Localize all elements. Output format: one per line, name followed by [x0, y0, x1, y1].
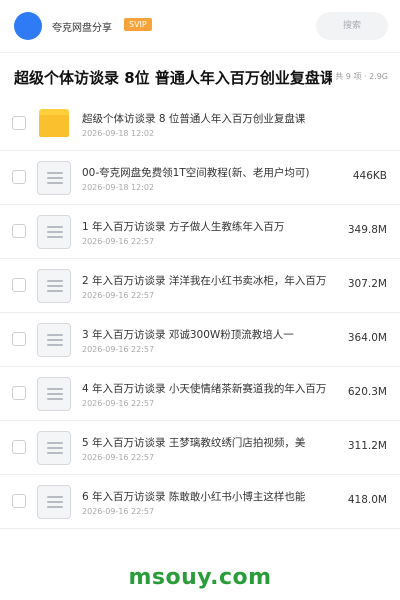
file-name: 1 年入百万访谈录 方子做人生教练年入百万 — [82, 221, 285, 233]
row-checkbox[interactable] — [12, 224, 26, 238]
file-date: 2026-09-16 22:57 — [82, 291, 155, 300]
file-name: 5 年入百万访谈录 王梦璃教纹绣门店拍视频，美 — [82, 437, 306, 449]
document-icon — [37, 485, 71, 519]
file-name: 4 年入百万访谈录 小天使情绪茶新赛道我的年入百万 — [82, 383, 327, 395]
document-icon — [37, 431, 71, 465]
file-row[interactable]: 6 年入百万访谈录 陈敢敢小红书小博主这样也能 2026-09-16 22:57… — [0, 475, 400, 529]
file-name: 超级个体访谈录 8 位普通人年入百万创业复盘课 — [82, 113, 306, 125]
row-checkbox[interactable] — [12, 278, 26, 292]
file-size: 349.8M — [347, 224, 387, 236]
document-icon — [37, 215, 71, 249]
file-row[interactable]: 00-夸克网盘免费领1T空间教程(新、老用户均可) 2026-09-18 12:… — [0, 151, 400, 205]
file-name: 2 年入百万访谈录 洋洋我在小红书卖冰柜，年入百万 — [82, 275, 327, 287]
file-date: 2026-09-18 12:02 — [82, 129, 155, 138]
file-list: 超级个体访谈录 8 位普通人年入百万创业复盘课 2026-09-18 12:02… — [0, 97, 400, 529]
share-name: 夸克网盘分享 — [52, 23, 112, 34]
row-checkbox[interactable] — [12, 332, 26, 346]
row-checkbox[interactable] — [12, 494, 26, 508]
file-name: 00-夸克网盘免费领1T空间教程(新、老用户均可) — [82, 167, 310, 179]
file-row[interactable]: 2 年入百万访谈录 洋洋我在小红书卖冰柜，年入百万 2026-09-16 22:… — [0, 259, 400, 313]
row-checkbox[interactable] — [12, 116, 26, 130]
folder-icon — [37, 107, 71, 141]
document-icon — [37, 323, 71, 357]
document-icon — [37, 161, 71, 195]
row-checkbox[interactable] — [12, 170, 26, 184]
file-date: 2026-09-16 22:57 — [82, 237, 155, 246]
file-row[interactable]: 5 年入百万访谈录 王梦璃教纹绣门店拍视频，美 2026-09-16 22:57… — [0, 421, 400, 475]
file-name: 3 年入百万访谈录 邓诚300W粉顶流教培人一 — [82, 329, 294, 341]
file-size: 620.3M — [347, 386, 387, 398]
folder-meta: 共 9 项 · 2.9G — [335, 72, 388, 81]
avatar[interactable] — [14, 12, 42, 40]
site-watermark: msouy.com — [128, 565, 272, 590]
file-size: 364.0M — [347, 332, 387, 344]
file-date: 2026-09-16 22:57 — [82, 399, 155, 408]
file-size: 446KB — [352, 170, 387, 182]
row-checkbox[interactable] — [12, 386, 26, 400]
file-row[interactable]: 4 年入百万访谈录 小天使情绪茶新赛道我的年入百万 2026-09-16 22:… — [0, 367, 400, 421]
file-row[interactable]: 超级个体访谈录 8 位普通人年入百万创业复盘课 2026-09-18 12:02 — [0, 97, 400, 151]
svip-badge: SVIP — [124, 18, 152, 31]
document-icon — [37, 377, 71, 411]
file-row[interactable]: 1 年入百万访谈录 方子做人生教练年入百万 2026-09-16 22:57 3… — [0, 205, 400, 259]
document-icon — [37, 269, 71, 303]
folder-title-row: 超级个体访谈录 8位 普通人年入百万创业复盘课 共 9 项 · 2.9G — [0, 53, 400, 97]
file-size: 311.2M — [347, 440, 387, 452]
file-date: 2026-09-16 22:57 — [82, 453, 155, 462]
row-checkbox[interactable] — [12, 440, 26, 454]
file-name: 6 年入百万访谈录 陈敢敢小红书小博主这样也能 — [82, 491, 306, 503]
file-date: 2026-09-16 22:57 — [82, 345, 155, 354]
file-row[interactable]: 3 年入百万访谈录 邓诚300W粉顶流教培人一 2026-09-16 22:57… — [0, 313, 400, 367]
file-size: 307.2M — [347, 278, 387, 290]
file-date: 2026-09-18 12:02 — [82, 183, 155, 192]
search-input[interactable]: 搜索 — [316, 12, 388, 40]
share-header: 夸克网盘分享 SVIP 搜索 — [0, 0, 400, 52]
file-size: 418.0M — [347, 494, 387, 506]
folder-title: 超级个体访谈录 8位 普通人年入百万创业复盘课 — [14, 69, 332, 87]
file-date: 2026-09-16 22:57 — [82, 507, 155, 516]
